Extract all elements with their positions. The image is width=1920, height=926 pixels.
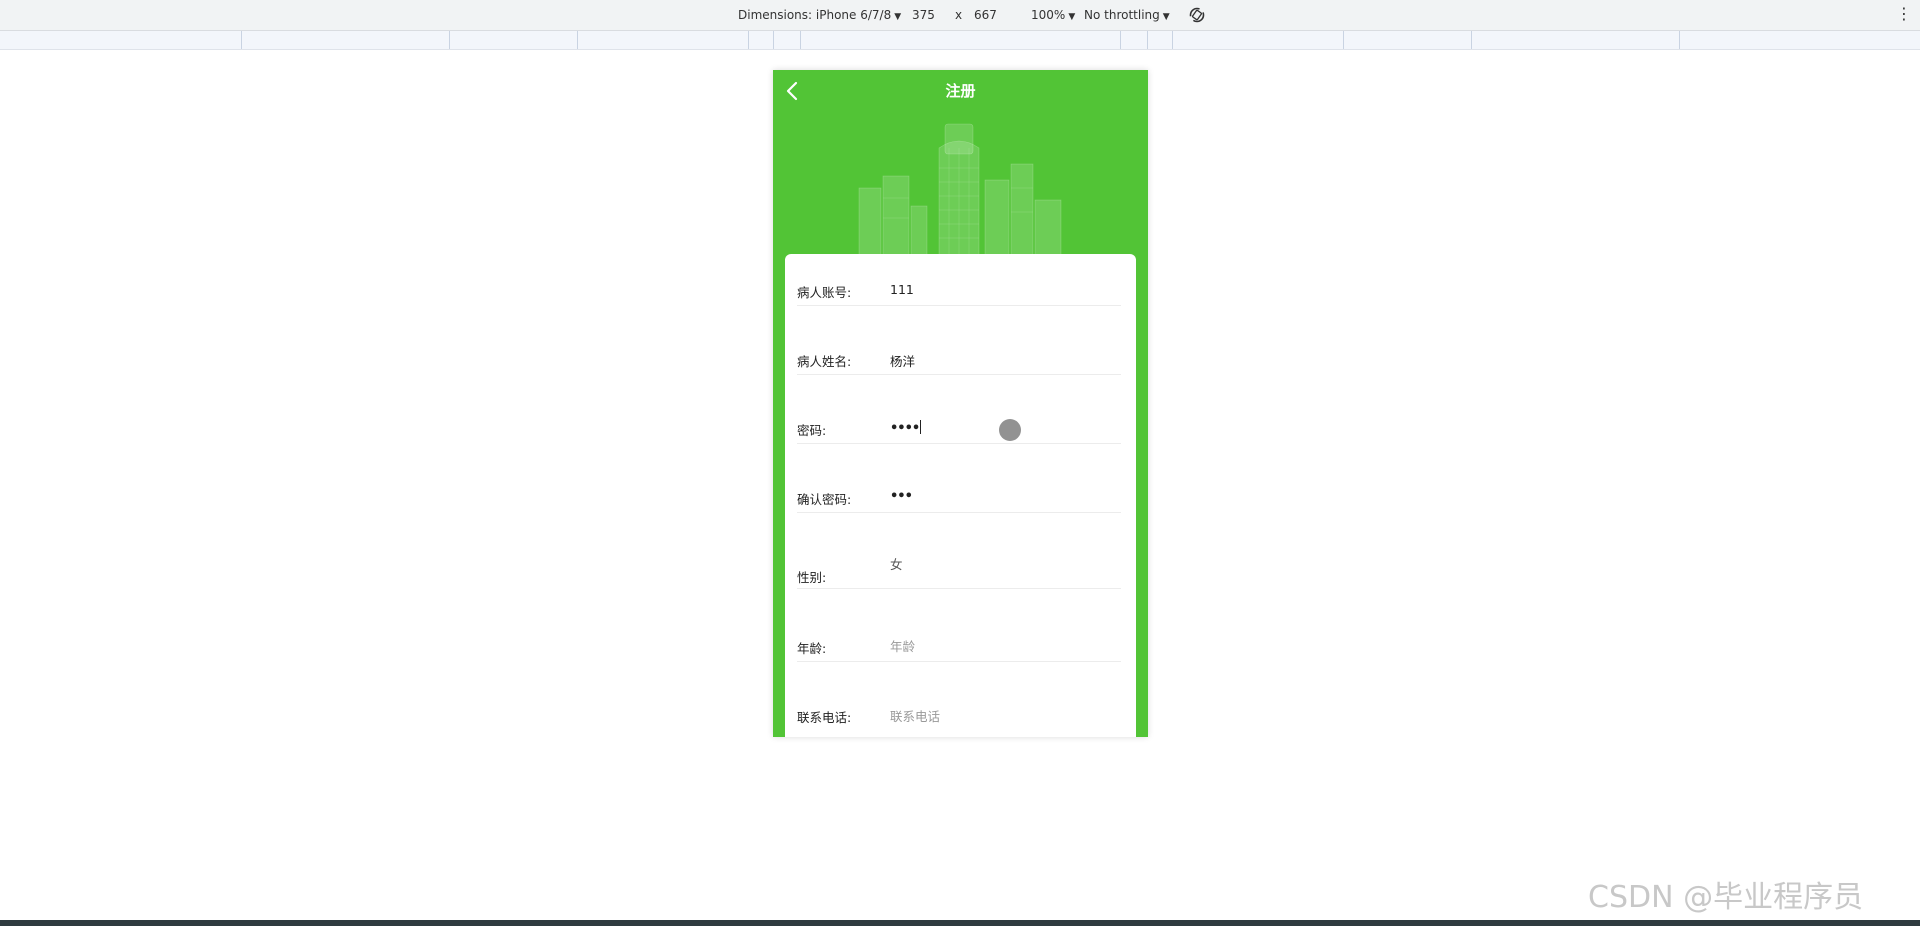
mobile-viewport: 注册 病人账号: 111 病人姓名: 杨洋 密码: •••• 确认密码: •••…: [773, 70, 1148, 737]
zoom-label: 100%: [1031, 8, 1066, 22]
dropdown-caret-icon: ▼: [1068, 12, 1076, 22]
city-skyline-illustration: [858, 123, 1062, 256]
phone-input[interactable]: 联系电话: [890, 706, 940, 725]
form-row-account: 病人账号: 111: [797, 274, 1121, 306]
zoom-select[interactable]: 100% ▼: [1031, 8, 1075, 22]
form-row-age: 年龄: 年龄: [797, 626, 1121, 662]
width-input[interactable]: 375: [912, 8, 935, 22]
form-row-name: 病人姓名: 杨洋: [797, 343, 1121, 375]
rotate-icon[interactable]: [1188, 6, 1206, 24]
devtools-device-toolbar: Dimensions: iPhone 6/7/8 ▼ 375 x 667 100%…: [0, 0, 1920, 31]
account-label: 病人账号:: [797, 285, 852, 300]
device-select[interactable]: Dimensions: iPhone 6/7/8 ▼: [738, 8, 901, 22]
dropdown-caret-icon: ▼: [894, 12, 902, 22]
taskbar-strip: [0, 920, 1920, 926]
throttling-select[interactable]: No throttling ▼: [1084, 8, 1170, 22]
dimension-separator: x: [955, 8, 963, 22]
text-caret: [920, 420, 922, 434]
name-label: 病人姓名:: [797, 354, 852, 369]
password-label: 密码:: [797, 423, 827, 438]
password-value: ••••: [890, 421, 920, 436]
page-title: 注册: [945, 82, 976, 100]
form-row-password: 密码: ••••: [797, 412, 1121, 444]
gender-label: 性别:: [797, 570, 827, 585]
device-select-label: Dimensions: iPhone 6/7/8: [738, 8, 892, 22]
watermark-text: CSDN @毕业程序员: [1588, 880, 1864, 915]
form-row-gender: 性别: 女: [797, 550, 1121, 589]
password-input[interactable]: ••••: [890, 420, 922, 436]
account-input[interactable]: 111: [890, 282, 914, 297]
dropdown-caret-icon: ▼: [1162, 12, 1170, 22]
media-query-ruler: [0, 31, 1920, 50]
throttling-label: No throttling: [1084, 8, 1160, 22]
name-input[interactable]: 杨洋: [890, 351, 915, 370]
form-row-confirm-password: 确认密码: •••: [797, 481, 1121, 513]
confirm-password-label: 确认密码:: [797, 492, 852, 507]
register-form: 病人账号: 111 病人姓名: 杨洋 密码: •••• 确认密码: ••• 性别…: [785, 254, 1136, 737]
gender-select[interactable]: 女: [890, 554, 903, 573]
age-input[interactable]: 年龄: [890, 636, 915, 655]
age-label: 年龄:: [797, 641, 827, 656]
touch-cursor: [999, 419, 1021, 441]
more-options-icon[interactable]: ⋮: [1896, 6, 1912, 22]
form-row-phone: 联系电话: 联系电话: [797, 695, 1121, 735]
phone-label: 联系电话:: [797, 710, 852, 725]
confirm-password-input[interactable]: •••: [890, 489, 913, 504]
height-input[interactable]: 667: [974, 8, 997, 22]
